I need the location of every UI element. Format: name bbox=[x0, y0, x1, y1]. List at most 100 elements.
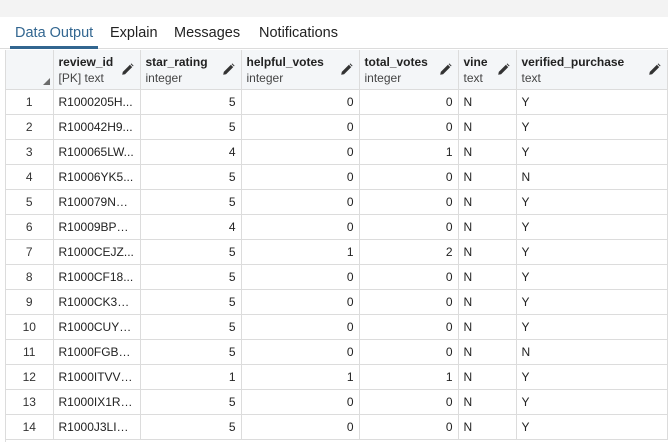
table-cell[interactable]: N bbox=[458, 239, 517, 265]
table-cell[interactable]: N bbox=[516, 164, 668, 190]
row-number[interactable]: 13 bbox=[6, 389, 54, 415]
table-row[interactable]: 12 R1000ITVV8... 1 1 1 N Y bbox=[6, 364, 668, 390]
row-number[interactable]: 5 bbox=[6, 189, 54, 215]
table-cell[interactable]: 0 bbox=[241, 164, 360, 190]
table-cell[interactable]: Y bbox=[516, 289, 668, 315]
table-cell[interactable]: R1000CEJZ... bbox=[53, 239, 141, 265]
table-cell[interactable]: R1000FGBV... bbox=[53, 339, 141, 365]
table-cell[interactable]: 5 bbox=[140, 189, 242, 215]
select-all-corner[interactable] bbox=[6, 50, 54, 90]
column-header-total-votes[interactable]: total_votes integer bbox=[359, 50, 459, 90]
table-cell[interactable]: 5 bbox=[140, 314, 242, 340]
table-cell[interactable]: Y bbox=[516, 389, 668, 415]
table-cell[interactable]: 0 bbox=[241, 414, 360, 440]
table-cell[interactable]: N bbox=[458, 89, 517, 115]
table-cell[interactable]: 0 bbox=[241, 264, 360, 290]
table-cell[interactable]: Y bbox=[516, 239, 668, 265]
table-row[interactable]: 2 R100042H9... 5 0 0 N Y bbox=[6, 114, 668, 140]
table-cell[interactable]: 1 bbox=[359, 364, 459, 390]
table-cell[interactable]: R1000CUYGI... bbox=[53, 314, 141, 340]
table-cell[interactable]: 5 bbox=[140, 289, 242, 315]
table-cell[interactable]: R1000CF18... bbox=[53, 264, 141, 290]
table-cell[interactable]: 5 bbox=[140, 164, 242, 190]
table-cell[interactable]: 5 bbox=[140, 389, 242, 415]
row-number[interactable]: 14 bbox=[6, 414, 54, 440]
table-cell[interactable]: 4 bbox=[140, 214, 242, 240]
table-cell[interactable]: 2 bbox=[359, 239, 459, 265]
table-row[interactable]: 14 R1000J3LIH... 5 0 0 N Y bbox=[6, 414, 668, 440]
table-cell[interactable]: N bbox=[458, 114, 517, 140]
table-cell[interactable]: R10009BPC... bbox=[53, 214, 141, 240]
table-cell[interactable]: N bbox=[458, 189, 517, 215]
table-cell[interactable]: 0 bbox=[359, 314, 459, 340]
table-cell[interactable]: Y bbox=[516, 414, 668, 440]
column-header-star-rating[interactable]: star_rating integer bbox=[140, 50, 242, 90]
column-header-vine[interactable]: vine text bbox=[458, 50, 517, 90]
table-cell[interactable]: 1 bbox=[140, 364, 242, 390]
table-row[interactable]: 6 R10009BPC... 4 0 0 N Y bbox=[6, 214, 668, 240]
table-cell[interactable]: 0 bbox=[241, 114, 360, 140]
table-cell[interactable]: 0 bbox=[241, 289, 360, 315]
table-row[interactable]: 1 R1000205H... 5 0 0 N Y bbox=[6, 89, 668, 115]
table-cell[interactable]: 0 bbox=[241, 139, 360, 165]
table-row[interactable]: 7 R1000CEJZ... 5 1 2 N Y bbox=[6, 239, 668, 265]
row-number[interactable]: 6 bbox=[6, 214, 54, 240]
table-row[interactable]: 8 R1000CF18... 5 0 0 N Y bbox=[6, 264, 668, 290]
table-cell[interactable]: 5 bbox=[140, 89, 242, 115]
row-number[interactable]: 1 bbox=[6, 89, 54, 115]
table-cell[interactable]: R100065LW... bbox=[53, 139, 141, 165]
pencil-icon[interactable] bbox=[439, 63, 452, 76]
table-cell[interactable]: 0 bbox=[359, 114, 459, 140]
table-cell[interactable]: R1000205H... bbox=[53, 89, 141, 115]
table-cell[interactable]: 0 bbox=[359, 339, 459, 365]
table-cell[interactable]: Y bbox=[516, 139, 668, 165]
table-cell[interactable]: 0 bbox=[359, 264, 459, 290]
table-cell[interactable]: 1 bbox=[241, 364, 360, 390]
table-cell[interactable]: N bbox=[458, 164, 517, 190]
table-cell[interactable]: N bbox=[458, 214, 517, 240]
pencil-icon[interactable] bbox=[121, 63, 134, 76]
table-cell[interactable]: 0 bbox=[241, 314, 360, 340]
tab-data-output[interactable]: Data Output bbox=[9, 17, 99, 49]
table-row[interactable]: 13 R1000IX1RK... 5 0 0 N Y bbox=[6, 389, 668, 415]
table-cell[interactable]: Y bbox=[516, 364, 668, 390]
table-cell[interactable]: N bbox=[458, 339, 517, 365]
table-cell[interactable]: 4 bbox=[140, 139, 242, 165]
pencil-icon[interactable] bbox=[222, 63, 235, 76]
table-cell[interactable]: 0 bbox=[359, 164, 459, 190]
table-cell[interactable]: Y bbox=[516, 264, 668, 290]
table-cell[interactable]: 0 bbox=[241, 189, 360, 215]
pencil-icon[interactable] bbox=[340, 63, 353, 76]
table-row[interactable]: 9 R1000CK3G... 5 0 0 N Y bbox=[6, 289, 668, 315]
tab-notifications[interactable]: Notifications bbox=[259, 17, 338, 48]
table-cell[interactable]: N bbox=[458, 289, 517, 315]
row-number[interactable]: 11 bbox=[6, 339, 54, 365]
row-number[interactable]: 7 bbox=[6, 239, 54, 265]
table-cell[interactable]: Y bbox=[516, 114, 668, 140]
column-header-review-id[interactable]: review_id [PK] text bbox=[53, 50, 141, 90]
row-number[interactable]: 8 bbox=[6, 264, 54, 290]
table-cell[interactable]: R10006YK5... bbox=[53, 164, 141, 190]
table-cell[interactable]: R1000ITVV8... bbox=[53, 364, 141, 390]
column-header-helpful-votes[interactable]: helpful_votes integer bbox=[241, 50, 360, 90]
pencil-icon[interactable] bbox=[497, 63, 510, 76]
table-cell[interactable]: N bbox=[458, 389, 517, 415]
table-row[interactable]: 5 R100079NQ... 5 0 0 N Y bbox=[6, 189, 668, 215]
table-cell[interactable]: Y bbox=[516, 189, 668, 215]
table-cell[interactable]: 5 bbox=[140, 339, 242, 365]
row-number[interactable]: 10 bbox=[6, 314, 54, 340]
table-cell[interactable]: Y bbox=[516, 214, 668, 240]
row-number[interactable]: 3 bbox=[6, 139, 54, 165]
table-cell[interactable]: 0 bbox=[359, 189, 459, 215]
table-cell[interactable]: Y bbox=[516, 89, 668, 115]
table-row[interactable]: 3 R100065LW... 4 0 1 N Y bbox=[6, 139, 668, 165]
table-cell[interactable]: 0 bbox=[359, 289, 459, 315]
table-cell[interactable]: 0 bbox=[241, 89, 360, 115]
table-cell[interactable]: R100042H9... bbox=[53, 114, 141, 140]
tab-explain[interactable]: Explain bbox=[110, 17, 158, 48]
table-cell[interactable]: N bbox=[458, 264, 517, 290]
table-cell[interactable]: R100079NQ... bbox=[53, 189, 141, 215]
table-cell[interactable]: R1000IX1RK... bbox=[53, 389, 141, 415]
table-row[interactable]: 11 R1000FGBV... 5 0 0 N N bbox=[6, 339, 668, 365]
column-header-verified-purchase[interactable]: verified_purchase text bbox=[516, 50, 668, 90]
